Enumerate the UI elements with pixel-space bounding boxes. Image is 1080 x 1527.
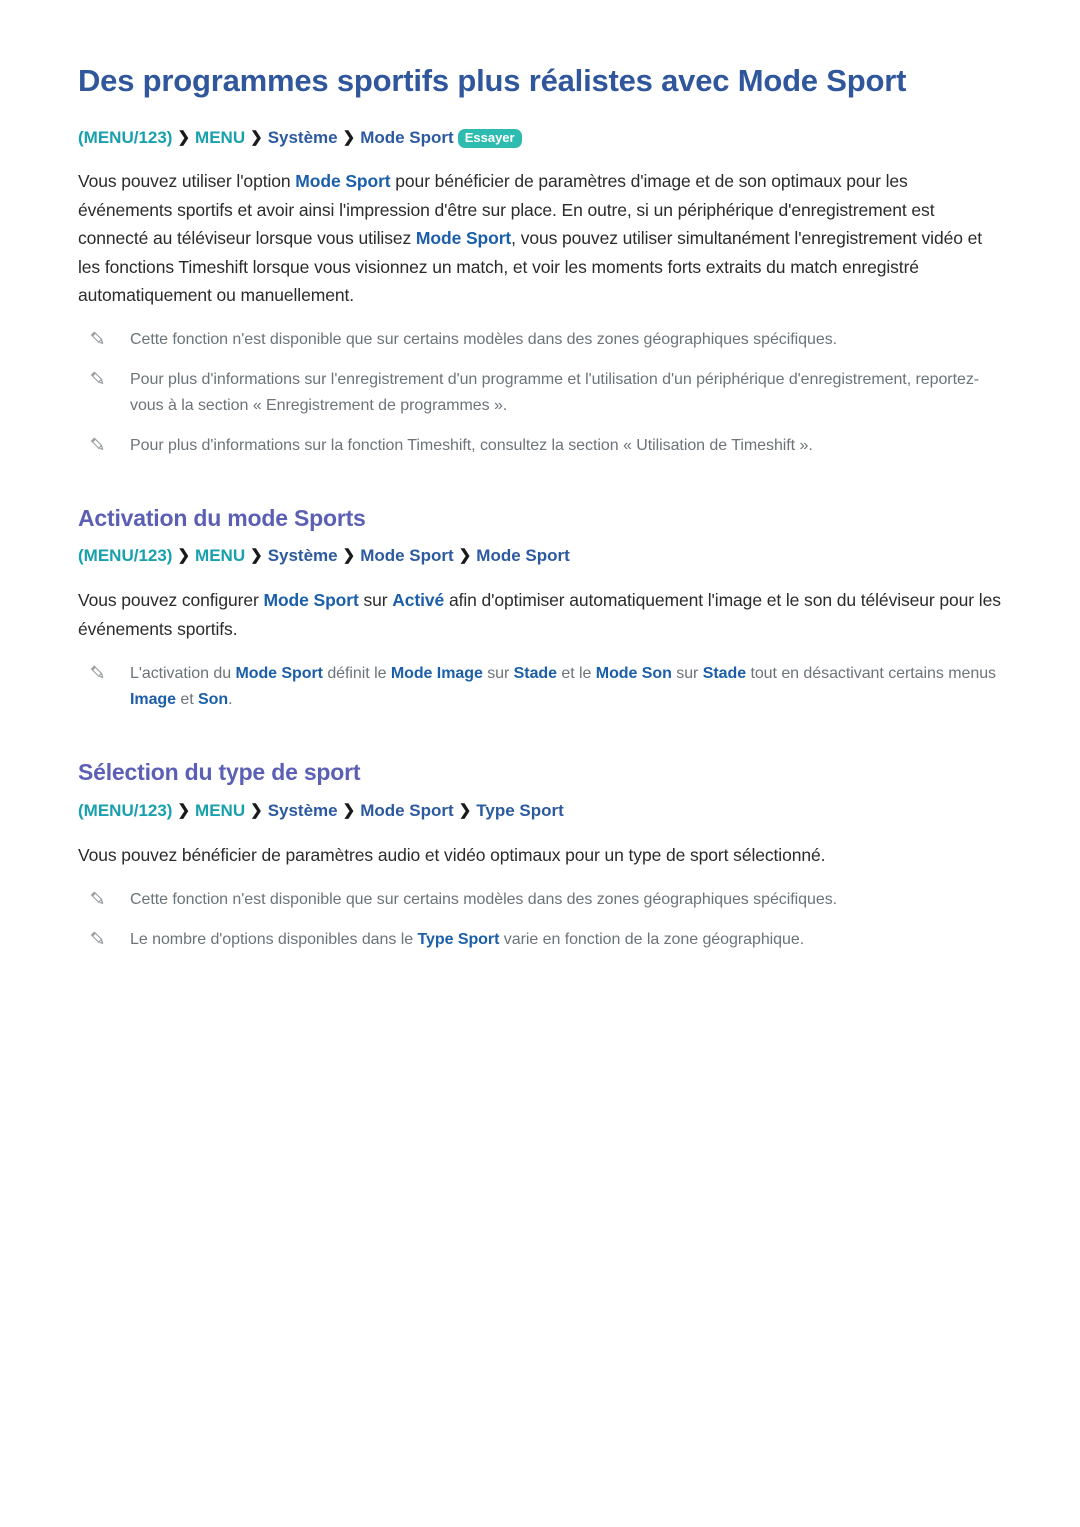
breadcrumb-item-menu123[interactable]: (MENU/123): [78, 128, 172, 147]
chevron-right-icon: ❯: [458, 547, 472, 565]
manual-page: Des programmes sportifs plus réalistes a…: [0, 0, 1080, 1527]
chevron-right-icon: ❯: [342, 801, 356, 819]
try-now-badge[interactable]: Essayer: [457, 129, 522, 149]
note-text: Pour plus d'informations sur la fonction…: [130, 436, 813, 454]
breadcrumb-main: (MENU/123) ❯ MENU ❯ Système ❯ Mode Sport Essaye…: [78, 127, 1002, 149]
pencil-icon: [88, 369, 108, 389]
chevron-right-icon: ❯: [250, 129, 263, 147]
note-text-7: et: [176, 691, 199, 709]
keyword-mode-sport: Mode Sport: [295, 171, 391, 192]
note-item: Pour plus d'informations sur l'enregistr…: [78, 367, 1002, 419]
type-sport-note-list: Cette fonction n'est disponible que sur …: [78, 887, 1002, 953]
breadcrumb-item-menu[interactable]: MENU: [195, 128, 245, 147]
breadcrumb-item-menu123[interactable]: (MENU/123): [78, 546, 172, 565]
breadcrumb-item-mode-sport[interactable]: Mode Sport: [360, 546, 454, 565]
breadcrumb-type-sport: (MENU/123) ❯ MENU ❯ Système ❯ Mode Sport ❯ Type …: [78, 801, 1002, 821]
section-heading-activation: Activation du mode Sports: [78, 504, 366, 531]
breadcrumb-item-menu123[interactable]: (MENU/123): [78, 801, 172, 820]
keyword-mode-sport: Mode Sport: [235, 665, 323, 683]
note-item: Pour plus d'informations sur la fonction…: [78, 433, 1002, 459]
activation-paragraph: Vous pouvez configurer Mode Sport sur Ac…: [78, 586, 1002, 643]
pencil-icon: [88, 329, 108, 349]
breadcrumb-item-systeme[interactable]: Système: [268, 128, 338, 147]
activation-text-1: Vous pouvez configurer: [78, 590, 264, 611]
chevron-right-icon: ❯: [177, 547, 191, 565]
chevron-right-icon: ❯: [177, 129, 191, 147]
activation-note-list: L'activation du Mode Sport définit le Mo…: [78, 661, 1002, 713]
chevron-right-icon: ❯: [458, 801, 472, 819]
keyword-active: Activé: [392, 590, 445, 611]
keyword-mode-sport: Mode Sport: [415, 228, 512, 249]
note-text-1: L'activation du: [130, 665, 236, 683]
breadcrumb-activation: (MENU/123) ❯ MENU ❯ Système ❯ Mode Sport ❯ Mode …: [78, 546, 1002, 566]
intro-paragraph: Vous pouvez utiliser l'option Mode Sport…: [78, 167, 1002, 309]
breadcrumb-item-mode-sport[interactable]: Mode Sport: [360, 801, 454, 820]
pencil-icon: [88, 889, 108, 909]
note-item: Cette fonction n'est disponible que sur …: [78, 887, 1002, 913]
pencil-icon: [88, 663, 108, 683]
note-text-1: Le nombre d'options disponibles dans le: [130, 930, 418, 948]
note-text: Cette fonction n'est disponible que sur …: [130, 890, 838, 908]
intro-note-list: Cette fonction n'est disponible que sur …: [78, 327, 1002, 459]
note-text-2: définit le: [322, 665, 391, 683]
keyword-stade: Stade: [513, 665, 557, 683]
chevron-right-icon: ❯: [177, 801, 191, 819]
breadcrumb-item-systeme[interactable]: Système: [268, 801, 338, 820]
keyword-image: Image: [130, 691, 176, 709]
keyword-son: Son: [198, 691, 229, 709]
note-text: Cette fonction n'est disponible que sur …: [130, 331, 838, 349]
breadcrumb-item-systeme[interactable]: Système: [268, 546, 338, 565]
keyword-mode-image: Mode Image: [390, 665, 483, 683]
keyword-mode-sport: Mode Sport: [263, 590, 359, 611]
note-item: L'activation du Mode Sport définit le Mo…: [78, 661, 1002, 713]
type-sport-paragraph: Vous pouvez bénéficier de paramètres aud…: [78, 844, 826, 865]
keyword-mode-son: Mode Son: [595, 665, 672, 683]
keyword-stade-2: Stade: [702, 665, 747, 683]
pencil-icon: [88, 435, 108, 455]
note-text-2: varie en fonction de la zone géographiqu…: [499, 930, 805, 948]
chevron-right-icon: ❯: [342, 129, 356, 147]
intro-text-1: Vous pouvez utiliser l'option: [78, 171, 296, 192]
breadcrumb-item-menu[interactable]: MENU: [195, 546, 245, 565]
chevron-right-icon: ❯: [250, 801, 263, 819]
chevron-right-icon: ❯: [342, 547, 356, 565]
breadcrumb-item-mode-sport[interactable]: Mode Sport: [360, 128, 454, 147]
breadcrumb-item-type-sport[interactable]: Type Sport: [476, 801, 564, 820]
chevron-right-icon: ❯: [250, 547, 263, 565]
note-text-8: .: [228, 691, 233, 709]
note-item: Cette fonction n'est disponible que sur …: [78, 327, 1002, 353]
pencil-icon: [88, 929, 108, 949]
breadcrumb-item-menu[interactable]: MENU: [195, 801, 245, 820]
note-text-4: et le: [557, 665, 596, 683]
note-text-6: tout en désactivant certains menus: [746, 665, 996, 683]
note-text-5: sur: [671, 665, 703, 683]
note-text: Pour plus d'informations sur l'enregistr…: [130, 371, 980, 415]
section-heading-type-sport: Sélection du type de sport: [78, 758, 361, 785]
page-title: Des programmes sportifs plus réalistes a…: [78, 63, 907, 98]
breadcrumb-item-mode-sport-2[interactable]: Mode Sport: [476, 546, 570, 565]
keyword-type-sport: Type Sport: [417, 930, 500, 948]
activation-text-2: sur: [358, 590, 393, 611]
note-item: Le nombre d'options disponibles dans le …: [78, 927, 1002, 953]
note-text-3: sur: [482, 665, 514, 683]
